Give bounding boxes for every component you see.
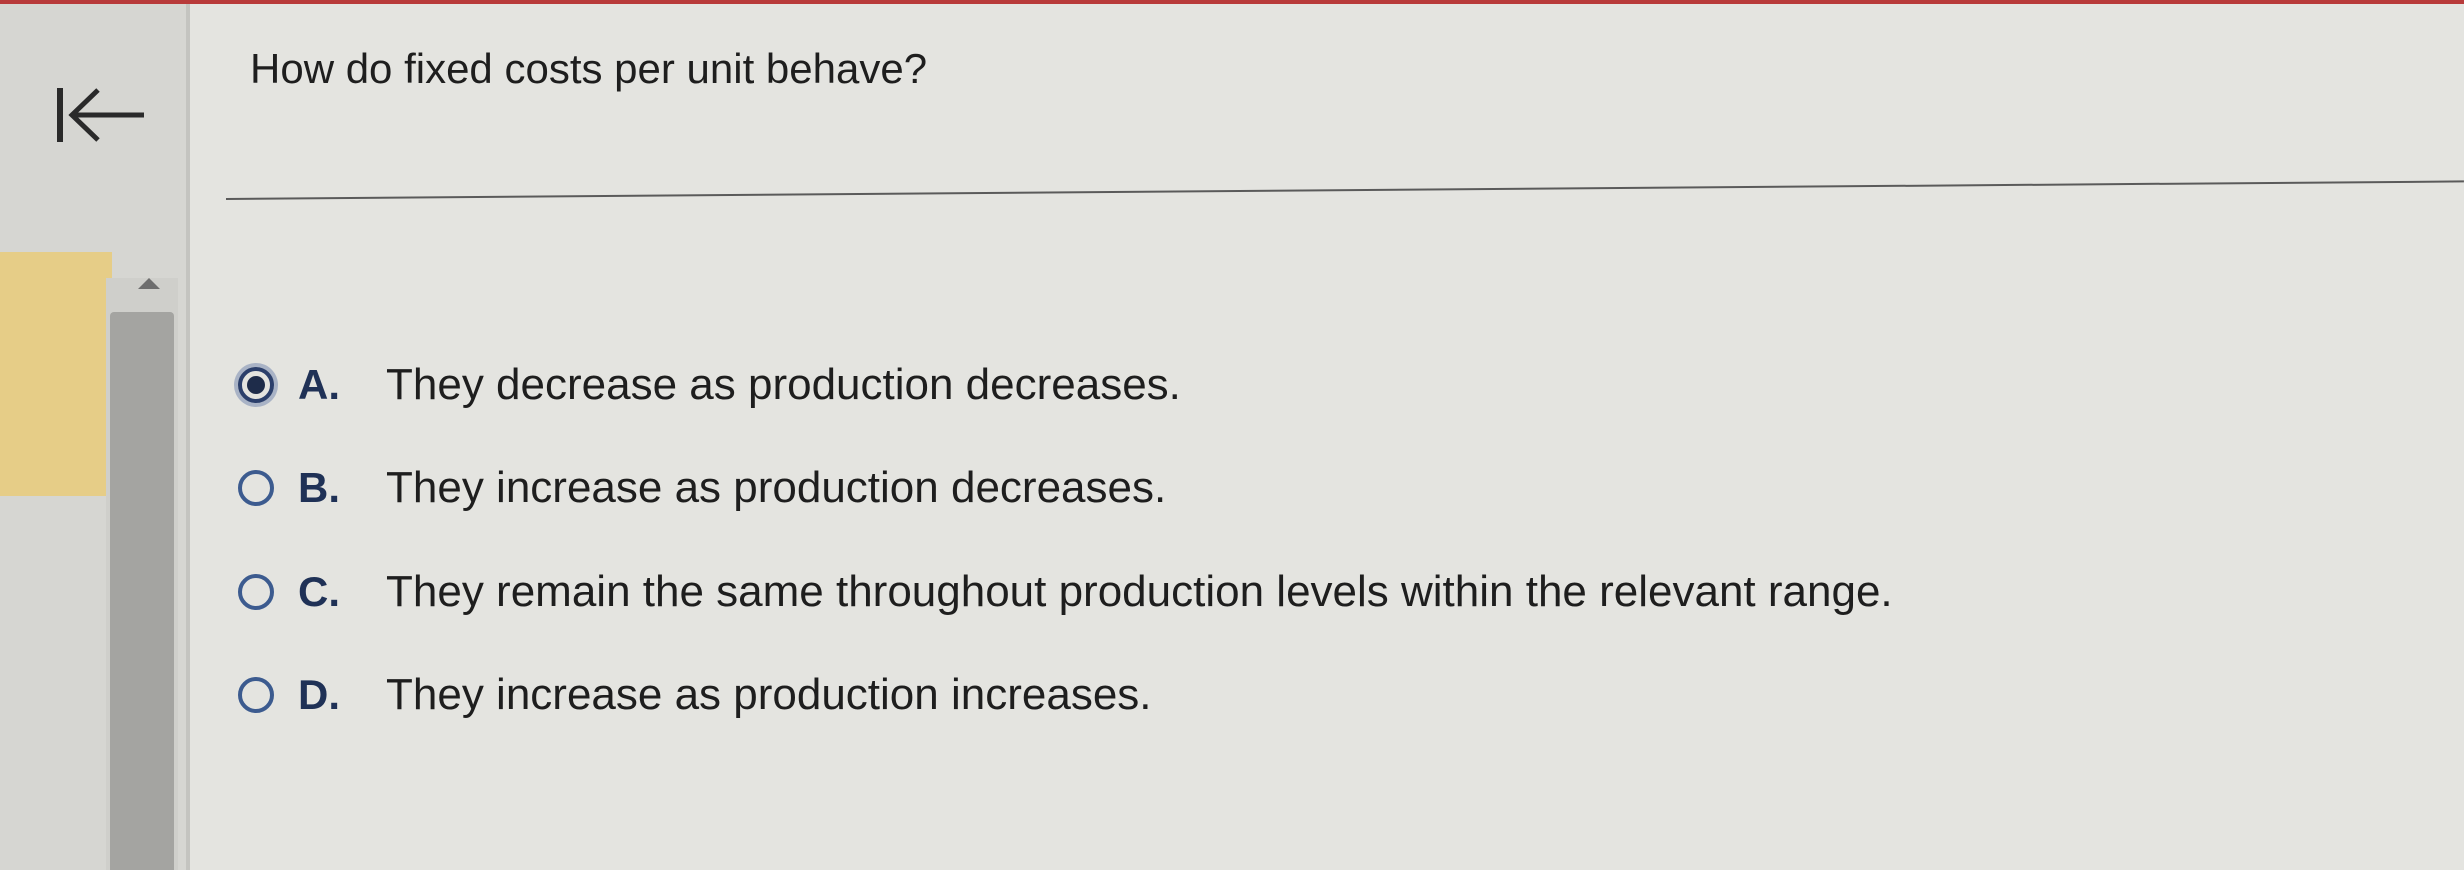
question-text: How do fixed costs per unit behave? <box>250 45 928 92</box>
radio-button-d[interactable] <box>238 677 274 713</box>
option-c[interactable]: C. They remain the same throughout produ… <box>238 562 1893 622</box>
option-d[interactable]: D. They increase as production increases… <box>238 665 1152 725</box>
option-b[interactable]: B. They increase as production decreases… <box>238 458 1166 518</box>
option-a[interactable]: A. They decrease as production decreases… <box>238 355 1181 415</box>
radio-button-c[interactable] <box>238 574 274 610</box>
option-letter: D. <box>298 671 340 718</box>
option-text: They remain the same throughout producti… <box>386 567 1893 616</box>
radio-selected-dot <box>247 376 265 394</box>
left-panel-border <box>186 4 190 870</box>
question-nav-highlight <box>0 252 112 496</box>
scroll-up-arrow-icon[interactable] <box>138 278 160 289</box>
scrollbar-thumb[interactable] <box>110 312 174 870</box>
option-letter: A. <box>298 361 340 408</box>
back-to-start-icon <box>57 88 144 142</box>
radio-button-a[interactable] <box>238 367 274 403</box>
divider <box>225 180 2464 200</box>
option-text: They decrease as production decreases. <box>386 360 1181 409</box>
option-text: They increase as production decreases. <box>386 463 1167 512</box>
top-accent-strip <box>0 0 2464 4</box>
option-letter: C. <box>298 568 340 615</box>
back-button[interactable] <box>50 80 150 150</box>
radio-button-b[interactable] <box>238 470 274 506</box>
option-text: They increase as production increases. <box>386 670 1152 719</box>
option-letter: B. <box>298 464 340 511</box>
